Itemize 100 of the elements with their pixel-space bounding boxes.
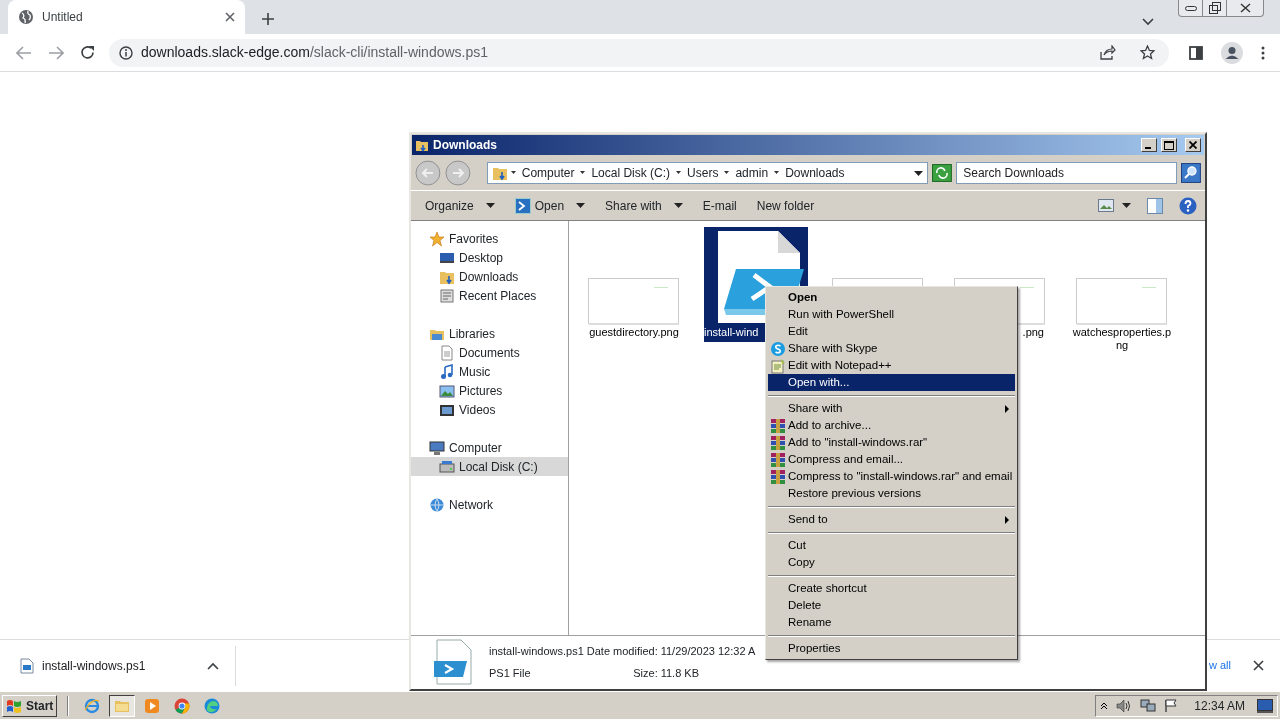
menu-item[interactable]: Rename: [768, 614, 1015, 631]
view-icon[interactable]: [1098, 198, 1114, 213]
menu-item[interactable]: Cut: [768, 537, 1015, 554]
show-all-button[interactable]: w all: [1209, 657, 1231, 674]
address-bar[interactable]: downloads.slack-edge.com/slack-cli/install-windows.ps1: [109, 38, 1169, 67]
clock: 12:34 AM: [1194, 697, 1245, 715]
dropdown-arrow-icon: [673, 203, 683, 208]
start-button[interactable]: Start: [2, 694, 58, 717]
nav-item[interactable]: Computer: [411, 438, 568, 457]
breadcrumb-item[interactable]: admin: [732, 164, 772, 182]
toolbar-button[interactable]: Organize: [419, 194, 501, 217]
nav-item[interactable]: Desktop: [411, 248, 568, 267]
preview-pane-icon[interactable]: [1147, 197, 1163, 214]
speaker-icon[interactable]: [1116, 698, 1133, 713]
file-item[interactable]: watchesproperties.png: [1070, 227, 1174, 355]
network-icon: [429, 496, 445, 513]
forward-icon[interactable]: [48, 45, 64, 60]
nav-item[interactable]: Videos: [411, 400, 568, 419]
maximize-button[interactable]: [1161, 138, 1177, 152]
script-file-icon: [433, 639, 473, 685]
places-icon: [439, 287, 455, 304]
field-value: 11/29/2023 12:32 A: [660, 644, 756, 659]
breadcrumb-item[interactable]: Local Disk (C:): [588, 164, 674, 182]
dropdown-arrow-icon[interactable]: [1122, 203, 1131, 208]
menu-icon[interactable]: [1261, 45, 1265, 60]
script-file-icon: [20, 657, 34, 674]
nav-item[interactable]: Favorites: [411, 229, 568, 248]
disk-icon: [439, 458, 455, 475]
archive-icon: [770, 469, 786, 485]
nav-item[interactable]: Pictures: [411, 381, 568, 400]
network-icon[interactable]: [1140, 698, 1157, 713]
share-icon[interactable]: [1100, 45, 1116, 60]
toolbar-button[interactable]: Open: [508, 194, 592, 217]
close-icon: [1189, 141, 1197, 149]
file-item[interactable]: guestdirectory.png: [582, 227, 686, 342]
nav-item[interactable]: Network: [411, 495, 568, 514]
search-field[interactable]: Search Downloads: [956, 162, 1178, 184]
menu-item[interactable]: Edit with Notepad++: [768, 357, 1015, 374]
close-icon: [1239, 3, 1251, 13]
toolbar-button[interactable]: New folder: [750, 194, 821, 217]
breadcrumb-item[interactable]: Users: [684, 164, 722, 182]
nav-item[interactable]: Local Disk (C:): [411, 457, 568, 476]
chrome-icon: [174, 697, 191, 714]
breadcrumb-bar[interactable]: Computer Local Disk (C:) Users admin Downloads: [486, 162, 929, 184]
submenu-arrow-icon: [1005, 516, 1009, 524]
menu-item[interactable]: Copy: [768, 554, 1015, 571]
field-label: Size:: [632, 665, 658, 681]
nav-item[interactable]: Music: [411, 362, 568, 381]
menu-item[interactable]: Delete: [768, 597, 1015, 614]
nav-item[interactable]: Documents: [411, 343, 568, 362]
refresh-icon[interactable]: [932, 164, 953, 182]
breadcrumb-item[interactable]: Downloads: [782, 164, 848, 182]
browser-tab[interactable]: Untitled: [8, 0, 245, 34]
breadcrumb-item[interactable]: Computer: [518, 164, 578, 182]
taskbar-button[interactable]: [109, 694, 136, 717]
new-tab-icon[interactable]: [261, 12, 275, 26]
menu-item[interactable]: Properties: [768, 640, 1015, 657]
info-icon[interactable]: [119, 45, 133, 60]
menu-item[interactable]: Compress and email...: [768, 451, 1015, 468]
help-icon[interactable]: [1179, 196, 1197, 215]
back-icon[interactable]: [16, 45, 32, 60]
menu-item[interactable]: Share with Skype: [768, 340, 1015, 357]
side-panel-icon[interactable]: [1189, 45, 1203, 60]
nav-item[interactable]: Libraries: [411, 324, 568, 343]
menu-item[interactable]: Add to "install-windows.rar": [768, 434, 1015, 451]
show-desktop-icon[interactable]: [1257, 698, 1273, 713]
edge-icon: [204, 697, 221, 714]
toolbar-button[interactable]: Share with: [599, 194, 689, 217]
powershell-icon: [514, 197, 531, 214]
nav-item[interactable]: Downloads: [411, 267, 568, 286]
menu-item[interactable]: Add to archive...: [768, 417, 1015, 434]
menu-item[interactable]: Open with...: [768, 374, 1015, 391]
reload-icon[interactable]: [80, 45, 95, 60]
profile-icon[interactable]: [1221, 41, 1243, 64]
close-icon[interactable]: [225, 12, 235, 22]
nav-item[interactable]: Recent Places: [411, 286, 568, 305]
menu-item[interactable]: Share with: [768, 400, 1015, 417]
url-text: downloads.slack-edge.com/slack-cli/install-windows.ps1: [141, 43, 490, 62]
flag-icon[interactable]: [1164, 698, 1179, 713]
menu-item[interactable]: Create shortcut: [768, 580, 1015, 597]
windows-flag-icon: [6, 698, 22, 713]
file-name: watchesproperties.png: [1071, 325, 1173, 353]
star-icon[interactable]: [1140, 45, 1155, 60]
download-file-name[interactable]: install-windows.ps1: [42, 656, 199, 675]
menu-item[interactable]: Send to: [768, 511, 1015, 528]
forward-button[interactable]: [444, 160, 471, 186]
back-button[interactable]: [415, 160, 441, 186]
chevron-up-icon[interactable]: [207, 661, 219, 670]
chevron-up-icon[interactable]: [1100, 701, 1109, 710]
dropdown-arrow-icon[interactable]: [914, 170, 924, 176]
chevron-down-icon[interactable]: [1142, 18, 1154, 26]
close-button[interactable]: [1185, 138, 1201, 152]
search-icon[interactable]: [1181, 163, 1201, 183]
window-title: Downloads: [433, 137, 498, 154]
close-icon[interactable]: [1253, 660, 1264, 671]
folder-icon: [415, 138, 429, 152]
menu-item[interactable]: Restore previous versions: [768, 485, 1015, 502]
toolbar-button[interactable]: E-mail: [696, 194, 743, 217]
menu-item[interactable]: Compress to "install-windows.rar" and email: [768, 468, 1015, 485]
media-player-icon: [144, 697, 161, 714]
